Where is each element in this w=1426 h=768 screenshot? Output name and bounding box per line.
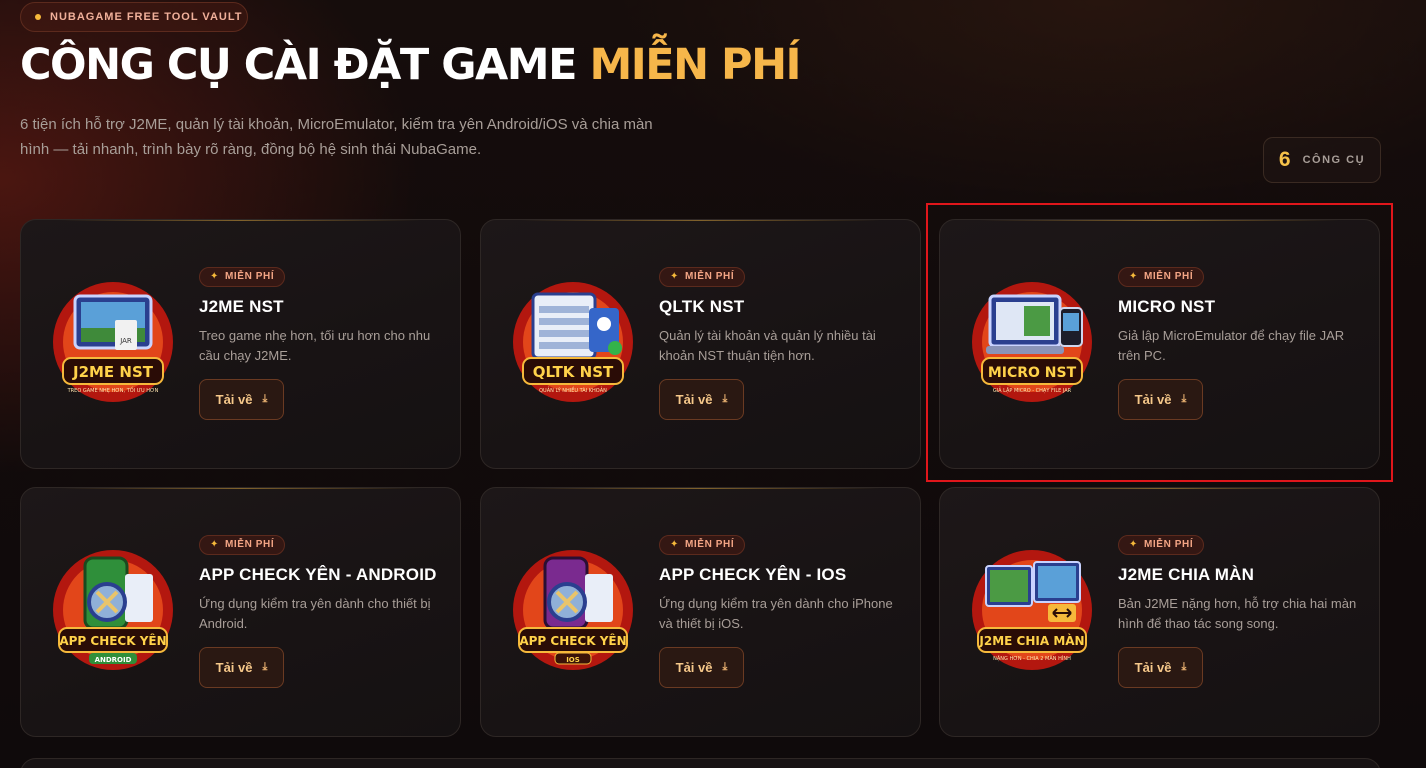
tool-card-micro-nst: MICRO NST GIẢ LẬP MICRO - CHẠY FILE JAR … [939, 219, 1380, 469]
download-button-label: Tải về [1134, 392, 1172, 407]
free-badge: ✦ MIỄN PHÍ [199, 266, 286, 287]
thumb-title: J2ME CHIA MÀN [978, 633, 1084, 648]
tool-title: J2ME NST [199, 296, 284, 316]
tool-card-j2me-nst: JAR J2ME NST TREO GAME NHẸ HƠN, TỐI ƯU H… [20, 219, 461, 469]
tool-card-check-android: APP CHECK YÊN ANDROID ✦ MIỄN PHÍ APP CHEC… [20, 487, 461, 737]
free-badge: ✦ MIỄN PHÍ [199, 534, 286, 555]
next-section-card [20, 758, 1381, 768]
download-button[interactable]: Tải về ⤓ [659, 647, 744, 688]
download-button[interactable]: Tải về ⤓ [199, 647, 284, 688]
tool-info: ✦ MIỄN PHÍ MICRO NST Giả lập MicroEmulato… [1118, 266, 1368, 366]
android-check-icon: APP CHECK YÊN ANDROID [45, 538, 181, 688]
thumb-title: APP CHECK YÊN [59, 633, 166, 648]
tool-title: APP CHECK YÊN - ANDROID [199, 564, 437, 584]
thumb-title: MICRO NST [988, 365, 1077, 381]
tool-info: ✦ MIỄN PHÍ QLTK NST Quản lý tài khoản và … [659, 266, 909, 366]
thumb-subtitle: QUẢN LÝ NHIỀU TÀI KHOẢN [539, 386, 607, 394]
dot-icon [35, 14, 41, 20]
free-badge-label: MIỄN PHÍ [684, 539, 735, 550]
qltk-nst-icon: QLTK NST QUẢN LÝ NHIỀU TÀI KHOẢN [505, 270, 641, 420]
tool-count-number: 6 [1278, 148, 1291, 171]
thumb-subtitle: TREO GAME NHẸ HƠN, TỐI ƯU HƠN [67, 386, 159, 394]
tool-card-check-ios: APP CHECK YÊN IOS ✦ MIỄN PHÍ APP CHECK YÊ… [480, 487, 921, 737]
tool-description: Bản J2ME nặng hơn, hỗ trợ chia hai màn h… [1118, 595, 1357, 631]
thumb-subtitle: GIẢ LẬP MICRO - CHẠY FILE JAR [993, 386, 1072, 394]
download-button-label: Tải về [675, 392, 713, 407]
free-badge-label: MIỄN PHÍ [224, 539, 275, 550]
tool-title: MICRO NST [1118, 296, 1216, 316]
download-button[interactable]: Tải về ⤓ [1118, 379, 1203, 420]
tool-info: ✦ MIỄN PHÍ J2ME NST Treo game nhẹ hơn, tố… [199, 266, 449, 366]
tool-card-j2me-split: J2ME CHIA MÀN NẶNG HƠN - CHIA 2 MÀN HÌNH… [939, 487, 1380, 737]
download-button[interactable]: Tải về ⤓ [659, 379, 744, 420]
sparkle-icon: ✦ [1129, 539, 1138, 550]
download-icon: ⤓ [1181, 393, 1187, 405]
ios-check-icon: APP CHECK YÊN IOS [505, 538, 641, 688]
page-title-accent: MIỄN PHÍ [589, 40, 801, 90]
sparkle-icon: ✦ [210, 271, 219, 282]
page-title: CÔNG CỤ CÀI ĐẶT GAME MIỄN PHÍ [20, 40, 802, 90]
download-icon: ⤓ [262, 393, 268, 405]
free-badge: ✦ MIỄN PHÍ [1118, 266, 1205, 287]
free-badge: ✦ MIỄN PHÍ [1118, 534, 1205, 555]
tool-title: QLTK NST [659, 296, 745, 316]
tool-info: ✦ MIỄN PHÍ J2ME CHIA MÀN Bản J2ME nặng hơ… [1118, 534, 1368, 634]
thumb-subtitle: ANDROID [95, 656, 132, 664]
vault-label-pill: NUBAGAME FREE TOOL VAULT [20, 2, 248, 32]
tool-count-label: CÔNG CỤ [1302, 154, 1366, 166]
tool-info: ✦ MIỄN PHÍ APP CHECK YÊN - IOS Ứng dụng k… [659, 534, 909, 634]
tool-vault-page: NUBAGAME FREE TOOL VAULT CÔNG CỤ CÀI ĐẶT… [0, 0, 1426, 768]
thumb-subtitle: IOS [566, 656, 580, 664]
tool-description: Treo game nhẹ hơn, tối ưu hơn cho nhu cầ… [199, 327, 431, 363]
split-screen-icon: J2ME CHIA MÀN NẶNG HƠN - CHIA 2 MÀN HÌNH [964, 538, 1100, 688]
free-badge-label: MIỄN PHÍ [684, 271, 735, 282]
tool-title: APP CHECK YÊN - IOS [659, 564, 847, 584]
thumb-title: APP CHECK YÊN [519, 633, 626, 648]
tool-info: ✦ MIỄN PHÍ APP CHECK YÊN - ANDROID Ứng dụ… [199, 534, 449, 634]
tool-description: Ứng dụng kiểm tra yên dành cho iPhone và… [659, 595, 893, 631]
download-icon: ⤓ [722, 393, 728, 405]
tool-title: J2ME CHIA MÀN [1118, 564, 1255, 584]
download-button-label: Tải về [675, 660, 713, 675]
download-button-label: Tải về [1134, 660, 1172, 675]
svg-text:JAR: JAR [119, 337, 132, 345]
thumb-subtitle: NẶNG HƠN - CHIA 2 MÀN HÌNH [993, 655, 1071, 662]
sparkle-icon: ✦ [210, 539, 219, 550]
tool-count-box: 6 CÔNG CỤ [1263, 137, 1381, 183]
download-icon: ⤓ [262, 661, 268, 673]
tool-description: Ứng dụng kiểm tra yên dành cho thiết bị … [199, 595, 431, 631]
download-icon: ⤓ [1181, 661, 1187, 673]
download-button[interactable]: Tải về ⤓ [1118, 647, 1203, 688]
download-button[interactable]: Tải về ⤓ [199, 379, 284, 420]
tool-description: Giả lập MicroEmulator để chạy file JAR t… [1118, 327, 1345, 363]
thumb-title: J2ME NST [72, 363, 154, 381]
download-button-label: Tải về [215, 660, 253, 675]
free-badge-label: MIỄN PHÍ [1143, 271, 1194, 282]
free-badge-label: MIỄN PHÍ [1143, 539, 1194, 550]
tool-card-qltk-nst: QLTK NST QUẢN LÝ NHIỀU TÀI KHOẢN ✦ MIỄN P… [480, 219, 921, 469]
free-badge-label: MIỄN PHÍ [224, 271, 275, 282]
thumb-title: QLTK NST [533, 363, 614, 381]
download-icon: ⤓ [722, 661, 728, 673]
download-button-label: Tải về [215, 392, 253, 407]
tool-description: Quản lý tài khoản và quản lý nhiều tài k… [659, 327, 876, 363]
sparkle-icon: ✦ [670, 271, 679, 282]
vault-label: NUBAGAME FREE TOOL VAULT [50, 11, 243, 23]
sparkle-icon: ✦ [670, 539, 679, 550]
page-description: 6 tiện ích hỗ trợ J2ME, quản lý tài khoả… [20, 116, 653, 158]
page-title-main: CÔNG CỤ CÀI ĐẶT GAME [20, 40, 590, 90]
sparkle-icon: ✦ [1129, 271, 1138, 282]
micro-nst-icon: MICRO NST GIẢ LẬP MICRO - CHẠY FILE JAR [964, 270, 1100, 420]
j2me-nst-icon: JAR J2ME NST TREO GAME NHẸ HƠN, TỐI ƯU H… [45, 270, 181, 420]
free-badge: ✦ MIỄN PHÍ [659, 266, 746, 287]
free-badge: ✦ MIỄN PHÍ [659, 534, 746, 555]
